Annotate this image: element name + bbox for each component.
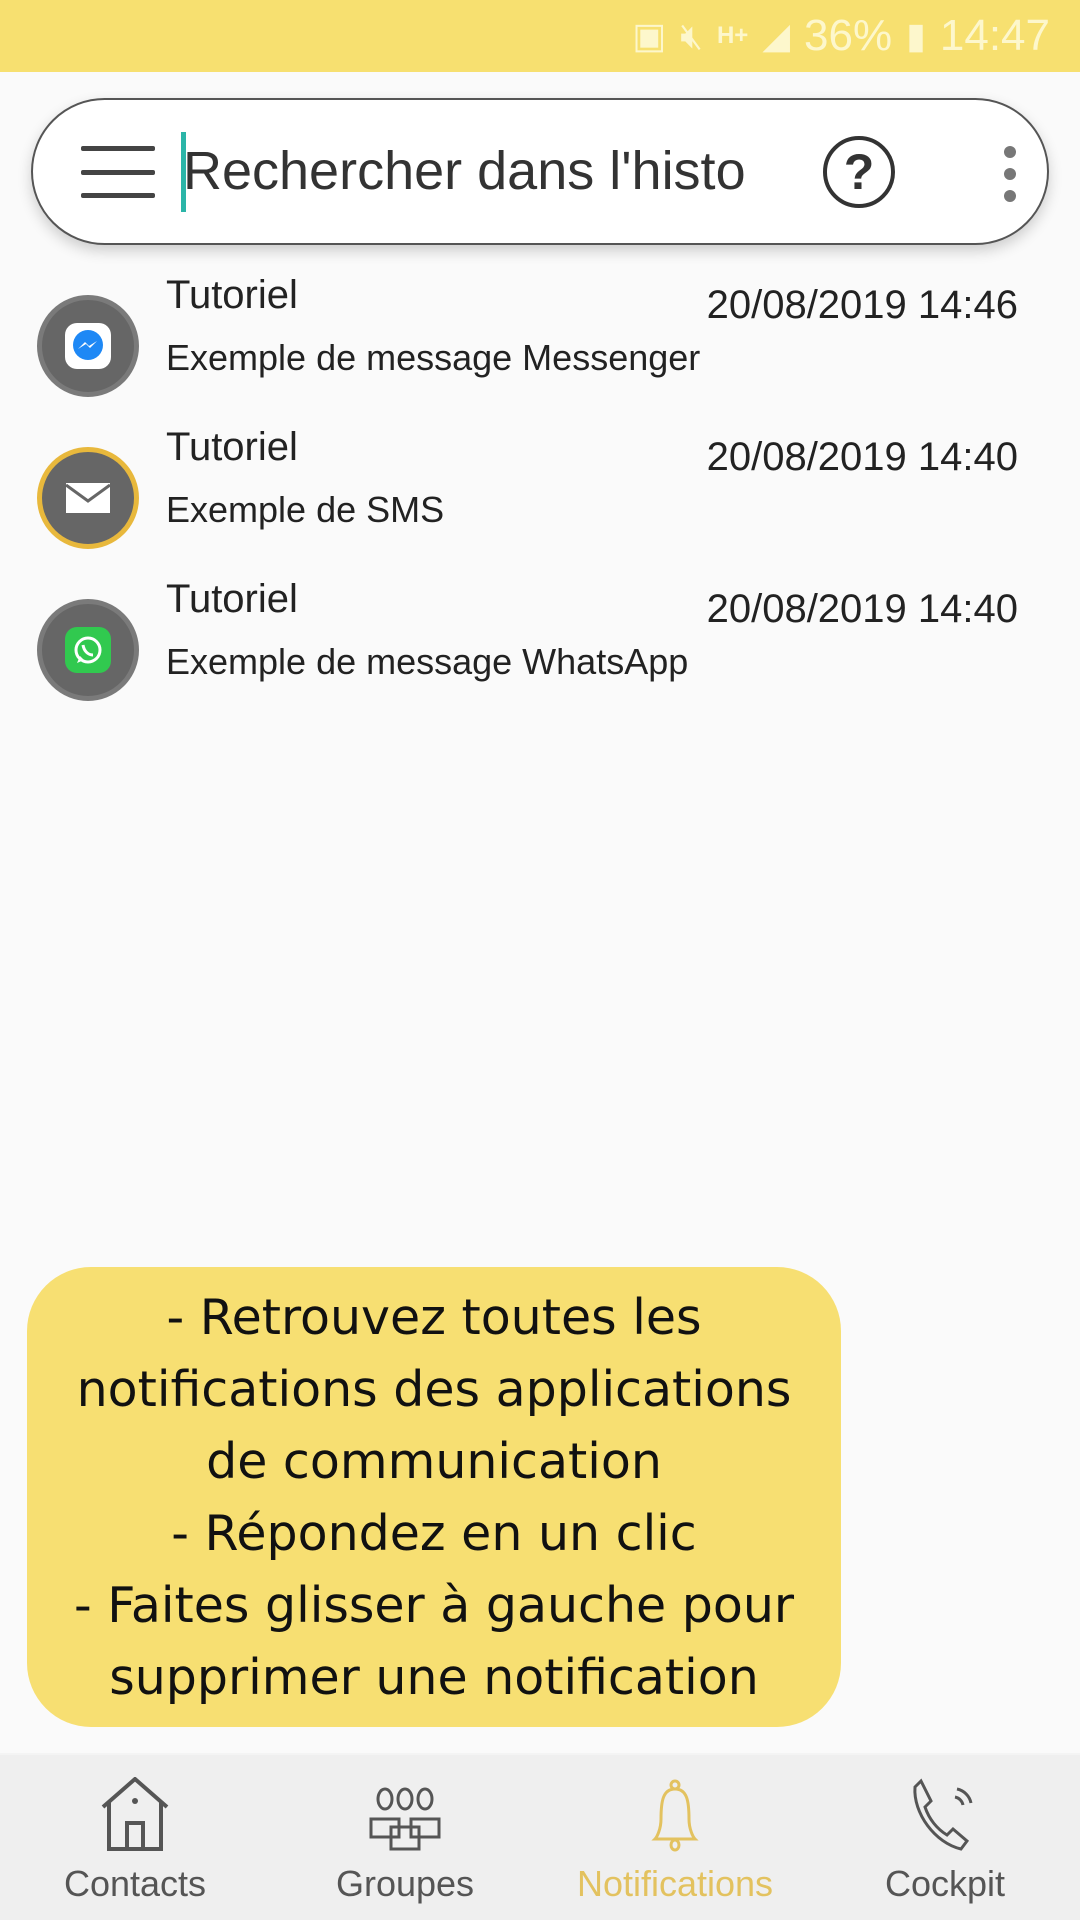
more-options-icon[interactable] — [1003, 146, 1017, 202]
group-icon — [369, 1787, 441, 1851]
tab-cockpit[interactable]: Cockpit — [810, 1755, 1080, 1920]
signal-icon: ◢ — [762, 15, 790, 56]
notification-date: 20/08/2019 14:40 — [706, 435, 1018, 479]
avatar — [37, 447, 139, 549]
notification-date: 20/08/2019 14:46 — [706, 283, 1018, 327]
tooltip-line: - Retrouvez toutes les — [166, 1289, 702, 1346]
phone-icon — [913, 1778, 973, 1851]
house-icon — [101, 1777, 169, 1851]
notification-title: Tutoriel — [166, 425, 298, 469]
tab-contacts[interactable]: Contacts — [0, 1755, 270, 1920]
notification-date: 20/08/2019 14:40 — [706, 587, 1018, 631]
notification-item[interactable]: Tutoriel 20/08/2019 14:46 Exemple de mes… — [0, 273, 1080, 435]
notification-item[interactable]: Tutoriel 20/08/2019 14:40 Exemple de mes… — [0, 577, 1080, 739]
messenger-icon — [65, 323, 111, 369]
tab-notifications[interactable]: Notifications — [540, 1755, 810, 1920]
avatar — [37, 599, 139, 701]
tab-label: Contacts — [63, 1863, 207, 1904]
notification-message: Exemple de message Messenger — [166, 337, 701, 378]
battery-percent: 36% — [804, 11, 893, 60]
mute-icon: 🔇︎ — [680, 14, 703, 56]
tab-label: Cockpit — [884, 1863, 1006, 1904]
notification-item[interactable]: Tutoriel 20/08/2019 14:40 Exemple de SMS — [0, 425, 1080, 587]
whatsapp-icon — [65, 627, 111, 673]
tooltip-line: - Faites glisser à gauche pour — [73, 1577, 795, 1634]
battery-saver-icon: ▣ — [632, 15, 667, 56]
tab-label: Notifications — [576, 1863, 774, 1904]
status-bar: ▣ 🔇︎ H+ ◢ 36% ▮ 14:47 — [0, 0, 1080, 72]
menu-icon[interactable] — [81, 146, 155, 198]
clock: 14:47 — [939, 11, 1050, 60]
tab-label: Groupes — [335, 1863, 475, 1904]
hplus-network-icon: H+ — [716, 22, 749, 49]
battery-icon: ▮ — [906, 15, 926, 56]
search-bar: Rechercher dans l'histo ? — [31, 98, 1049, 245]
notification-message: Exemple de message WhatsApp — [166, 641, 689, 682]
search-input[interactable]: Rechercher dans l'histo — [183, 140, 763, 202]
avatar — [37, 295, 139, 397]
tooltip-line: supprimer une notification — [109, 1649, 759, 1706]
notification-title: Tutoriel — [166, 273, 298, 317]
help-icon[interactable]: ? — [823, 136, 895, 208]
envelope-icon — [66, 483, 110, 513]
bottom-nav: Contacts Groupes Notifications Cockpit — [0, 1753, 1080, 1920]
notification-message: Exemple de SMS — [166, 489, 445, 530]
bell-icon — [651, 1779, 699, 1852]
tooltip-line: notifications des applications — [76, 1361, 792, 1418]
tutorial-tooltip: - Retrouvez toutes les notifications des… — [27, 1267, 841, 1727]
tooltip-line: de communication — [206, 1433, 662, 1490]
notification-title: Tutoriel — [166, 577, 298, 621]
tooltip-line: - Répondez en un clic — [171, 1505, 697, 1562]
tab-groups[interactable]: Groupes — [270, 1755, 540, 1920]
